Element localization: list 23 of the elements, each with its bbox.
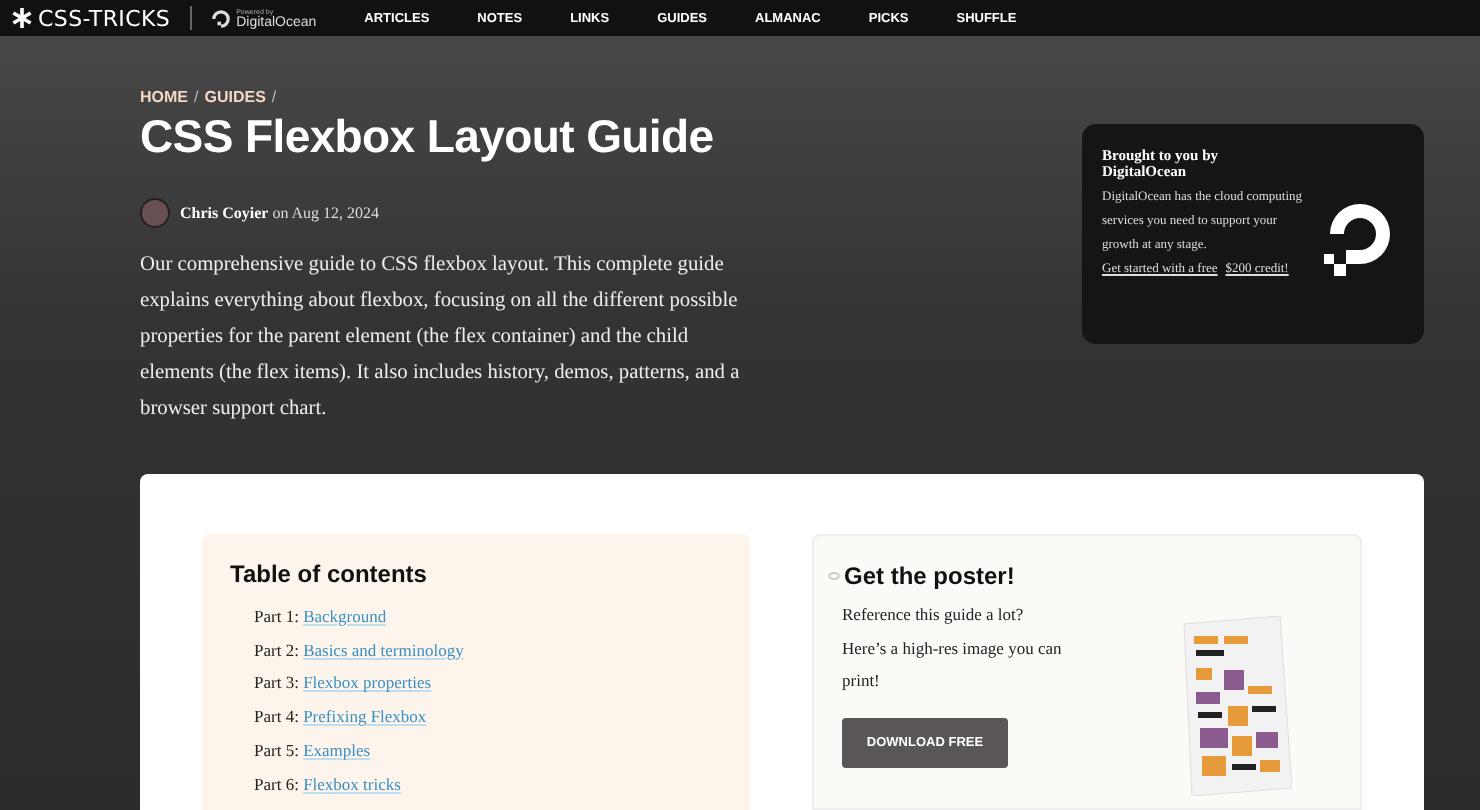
breadcrumb-separator: / [194,88,199,106]
breadcrumb-separator: / [271,88,277,106]
author-link[interactable]: Chris Coyier [180,204,269,222]
breadcrumb-link[interactable]: HOME [140,88,188,106]
toc-item: Part 6: Flexbox tricks [252,771,403,798]
toc-item: Part 1: Background [252,604,389,630]
asterisk-icon [12,8,32,28]
poster-text: Reference this guide a lot? Here’s a high-res image you can print! [842,602,1064,694]
breadcrumb-link[interactable]: GUIDES [204,88,266,106]
toc-item: Part 4: Prefixing Flexbox [252,704,429,731]
author-avatar [140,198,170,228]
logo-text: CSS-TRICKS [38,5,171,31]
toc-item: Part 3: Flexbox properties [252,670,434,697]
page-title: CSS Flexbox Layout Guide [140,110,716,164]
link-icon [828,572,840,580]
intro-paragraph: Our comprehensive guide to CSS flexbox layout. This complete guide explains everything about flexbox, focusing on all the different possible properties for the parent element (the flex container) and the child elements (the flex items). It also includes history, demos, patterns, and a browser support chart. [140,252,740,424]
circle-logo-icon [212,9,231,27]
byline-text: Chris Coyier on Aug 12, 2024 [180,204,380,222]
toc-item: Part 5: Examples [252,737,373,764]
site-logo[interactable]: CSS-TRICKS [12,5,171,31]
toc-item: Part 2: Basics and terminology [252,637,466,664]
toc-title: Table of contents [230,560,429,588]
poster-title: Get the poster! [844,562,1015,590]
